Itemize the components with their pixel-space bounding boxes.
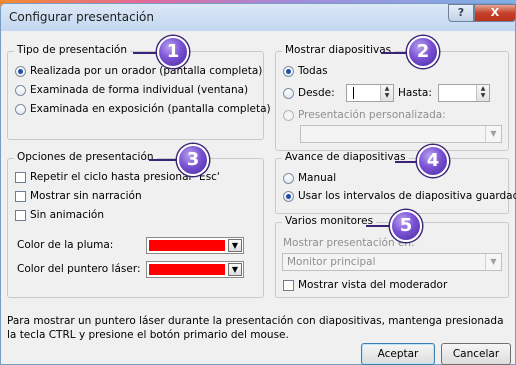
cancel-button[interactable]: Cancelar: [441, 343, 511, 365]
radio-todas[interactable]: Todas: [283, 65, 328, 77]
checkbox-icon[interactable]: [15, 209, 26, 221]
radio-label: Usar los intervalos de diapositiva guard…: [298, 190, 516, 202]
badge-4: 4: [417, 145, 449, 177]
desde-spinner[interactable]: ▲ ▼: [346, 84, 394, 102]
badge-connector: [133, 52, 159, 54]
check-sin-narracion[interactable]: Mostrar sin narración: [15, 190, 142, 202]
monitor-dropdown[interactable]: Monitor principal ▼: [282, 253, 502, 271]
radio-label: Examinada de forma individual (ventana): [30, 84, 249, 96]
text-caret: [353, 87, 354, 99]
dialog-title: Configurar presentación: [9, 10, 154, 24]
spin-arrows-icon[interactable]: ▲ ▼: [476, 85, 489, 101]
radio-button-icon[interactable]: [15, 84, 26, 96]
badge-connector: [366, 225, 392, 227]
checkbox-label: Sin animación: [30, 209, 105, 221]
radio-orador[interactable]: Realizada por un orador (pantalla comple…: [15, 65, 262, 77]
group-legend-mostrar: Mostrar diapositivas: [282, 44, 395, 56]
pen-color-swatch: [149, 240, 225, 251]
hasta-label: Hasta:: [398, 87, 432, 99]
laser-color-swatch: [149, 264, 225, 275]
radio-label: Presentación personalizada:: [298, 109, 446, 121]
hasta-spinner[interactable]: ▲ ▼: [438, 84, 490, 102]
radio-individual[interactable]: Examinada de forma individual (ventana): [15, 84, 248, 96]
close-button[interactable]: X: [474, 4, 516, 22]
radio-button-icon[interactable]: [283, 87, 294, 99]
laser-pointer-hint: Para mostrar un puntero láser durante la…: [7, 315, 504, 341]
monitor-value: Monitor principal: [287, 256, 376, 268]
badge-3: 3: [177, 144, 209, 176]
badge-connector: [395, 161, 419, 163]
group-opciones-presentacion: Opciones de presentación Repetir el cicl…: [7, 151, 264, 298]
radio-label: Todas: [298, 65, 328, 77]
checkbox-icon[interactable]: [283, 279, 294, 291]
badge-connector: [381, 52, 409, 54]
pen-color-picker[interactable]: ▼: [146, 237, 244, 254]
ok-button[interactable]: Aceptar: [361, 343, 435, 365]
chevron-down-icon[interactable]: ▼: [228, 263, 242, 276]
badge-connector: [149, 159, 179, 161]
presentacion-personalizada-dropdown[interactable]: ▼: [300, 125, 502, 143]
radio-button-icon[interactable]: [283, 65, 294, 77]
radio-manual[interactable]: Manual: [283, 172, 336, 184]
radio-button-icon[interactable]: [283, 190, 294, 202]
chevron-down-icon[interactable]: ▼: [485, 254, 501, 270]
badge-2: 2: [407, 36, 439, 68]
check-sin-animacion[interactable]: Sin animación: [15, 209, 104, 221]
radio-label: Examinada en exposición (pantalla comple…: [30, 103, 271, 115]
title-bar: Configurar presentación ? X: [1, 4, 516, 31]
radio-button-icon[interactable]: [15, 103, 26, 115]
laser-color-picker[interactable]: ▼: [146, 261, 244, 278]
radio-button-icon[interactable]: [283, 172, 294, 184]
desde-label: Desde:: [298, 87, 335, 99]
laser-color-label: Color del puntero láser:: [17, 263, 141, 275]
group-legend-tipo: Tipo de presentación: [14, 44, 131, 56]
radio-personalizada[interactable]: Presentación personalizada:: [283, 109, 446, 121]
group-legend-avance: Avance de diapositivas: [282, 151, 409, 163]
group-tipo-presentacion: Tipo de presentación Realizada por un or…: [7, 44, 271, 140]
radio-button-icon[interactable]: [283, 109, 294, 121]
chevron-down-icon[interactable]: ▼: [228, 239, 242, 252]
radio-intervalos[interactable]: Usar los intervalos de diapositiva guard…: [283, 190, 516, 202]
radio-exposicion[interactable]: Examinada en exposición (pantalla comple…: [15, 103, 271, 115]
group-avance-diapositivas: Avance de diapositivas Manual Usar los i…: [275, 151, 516, 214]
radio-label: Manual: [298, 172, 337, 184]
help-button[interactable]: ?: [448, 4, 474, 22]
group-legend-opciones: Opciones de presentación: [14, 151, 157, 163]
checkbox-label: Mostrar vista del moderador: [298, 279, 448, 291]
badge-1: 1: [157, 36, 189, 68]
pen-color-label: Color de la pluma:: [17, 239, 114, 251]
chevron-down-icon[interactable]: ▼: [485, 126, 501, 142]
radio-label: Realizada por un orador (pantalla comple…: [30, 65, 263, 77]
group-legend-monitores: Varios monitores: [282, 215, 377, 227]
checkbox-icon[interactable]: [15, 171, 26, 183]
group-mostrar-diapositivas: Mostrar diapositivas Todas Desde: ▲ ▼ Has…: [275, 44, 509, 151]
radio-desde[interactable]: Desde:: [283, 87, 335, 99]
check-vista-moderador[interactable]: Mostrar vista del moderador: [283, 279, 447, 291]
spin-arrows-icon[interactable]: ▲ ▼: [380, 85, 393, 101]
dialog-window: Configurar presentación ? X Tipo de pres…: [0, 3, 516, 365]
badge-5: 5: [390, 210, 422, 242]
checkbox-label: Mostrar sin narración: [30, 190, 142, 202]
mostrar-en-label: Mostrar presentación en:: [283, 237, 415, 249]
radio-button-icon[interactable]: [15, 65, 26, 77]
checkbox-icon[interactable]: [15, 190, 26, 202]
